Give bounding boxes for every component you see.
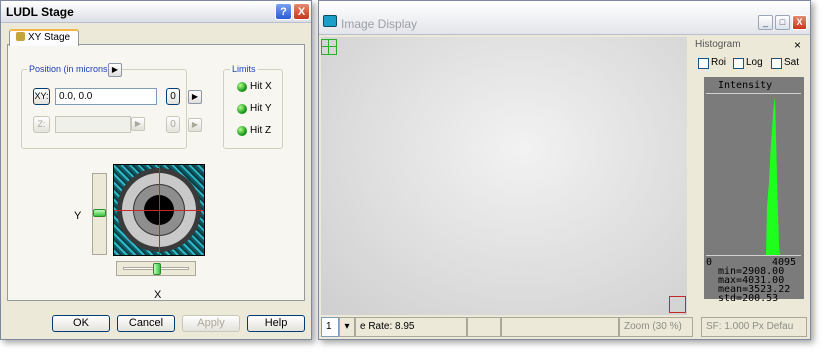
- tab-xy-stage[interactable]: XY Stage: [9, 29, 79, 46]
- channel-dropdown-icon[interactable]: ▾: [339, 317, 355, 337]
- monitor-icon: [323, 15, 337, 27]
- y-slider[interactable]: [92, 173, 107, 255]
- apply-button[interactable]: Apply: [182, 315, 240, 332]
- log-label: Log: [746, 57, 763, 68]
- histogram-title: Histogram: [695, 39, 741, 50]
- roi-marker-icon[interactable]: [669, 296, 686, 313]
- position-group-label: Position (in microns): [27, 64, 113, 74]
- scale-factor-status: SF: 1.000 Px Defau: [701, 317, 807, 337]
- x-slider-thumb[interactable]: [153, 263, 161, 275]
- limits-group-label: Limits: [230, 64, 258, 74]
- crosshair-vertical: [159, 165, 160, 255]
- histogram-plot: Intensity 0 4095 min=2908.00 max=4031.00…: [704, 77, 804, 304]
- log-checkbox[interactable]: [733, 58, 744, 69]
- title-bar[interactable]: Image Display _ □ X: [319, 1, 810, 35]
- sat-label: Sat: [784, 57, 800, 68]
- histogram-bars: [766, 97, 780, 255]
- close-icon[interactable]: X: [293, 3, 310, 20]
- maximize-icon[interactable]: □: [775, 15, 790, 30]
- y-axis-label: Y: [74, 210, 82, 222]
- position-group: [21, 69, 187, 149]
- z-arrow-button[interactable]: ▶: [188, 118, 202, 132]
- minimize-icon[interactable]: _: [758, 15, 773, 30]
- zoom-status: Zoom (30 %): [619, 317, 693, 337]
- xy-position-input[interactable]: [55, 88, 157, 105]
- hit-x-label: Hit X: [250, 81, 272, 92]
- title-bar[interactable]: LUDL Stage ? X: [1, 1, 311, 23]
- image-view[interactable]: [321, 37, 687, 315]
- z-zero-button[interactable]: 0: [166, 116, 180, 133]
- frame-rate-status: e Rate: 8.95: [355, 317, 467, 337]
- histogram-plot-title: Intensity: [718, 80, 773, 91]
- position-arrow-button[interactable]: ▶: [108, 63, 122, 77]
- cancel-button[interactable]: Cancel: [117, 315, 175, 332]
- window-title: LUDL Stage: [6, 5, 74, 19]
- hit-z-label: Hit Z: [250, 125, 272, 136]
- tab-label: XY Stage: [28, 32, 71, 43]
- image-display-window: Image Display _ □ X Histogram × Roi Log …: [318, 0, 811, 340]
- roi-label: Roi: [711, 57, 727, 68]
- help-button[interactable]: Help: [247, 315, 305, 332]
- stat-std: std=200.53: [718, 293, 779, 304]
- histogram-close-icon[interactable]: ×: [794, 38, 801, 52]
- channel-select[interactable]: 1: [321, 317, 339, 337]
- help-icon[interactable]: ?: [275, 3, 292, 20]
- close-icon[interactable]: X: [792, 15, 807, 30]
- xy-button[interactable]: XY:: [33, 88, 50, 105]
- z-spin-button[interactable]: ▶: [131, 117, 145, 131]
- stage-position-view[interactable]: [113, 164, 205, 256]
- ok-button[interactable]: OK: [52, 315, 110, 332]
- plot-top-line: [706, 93, 801, 94]
- sat-checkbox[interactable]: [771, 58, 782, 69]
- axis-min-label: 0: [706, 257, 713, 268]
- z-position-input[interactable]: [55, 116, 131, 133]
- stage-icon: [16, 32, 25, 41]
- grid-selector-icon[interactable]: [321, 39, 337, 55]
- hit-x-led-icon: [237, 82, 247, 92]
- hit-y-led-icon: [237, 104, 247, 114]
- x-axis-label: X: [154, 289, 162, 301]
- plot-baseline: [706, 255, 801, 256]
- status-cell-blank-2: [501, 317, 619, 337]
- z-button[interactable]: Z:: [33, 116, 50, 133]
- xy-arrow-button[interactable]: ▶: [188, 90, 202, 104]
- ludl-stage-window: LUDL Stage ? X XY Stage Position (in mic…: [0, 0, 312, 340]
- status-cell-blank-1: [467, 317, 501, 337]
- hit-z-led-icon: [237, 126, 247, 136]
- y-slider-thumb[interactable]: [93, 209, 106, 217]
- hit-y-label: Hit Y: [250, 103, 272, 114]
- x-slider[interactable]: [116, 261, 196, 276]
- roi-checkbox[interactable]: [698, 58, 709, 69]
- xy-zero-button[interactable]: 0: [166, 88, 180, 105]
- window-title: Image Display: [341, 17, 418, 31]
